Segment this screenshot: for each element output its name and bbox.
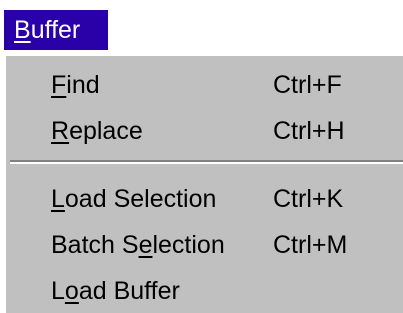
menu-item-load-selection[interactable]: Load Selection Ctrl+K — [6, 176, 403, 222]
menu-item-load-buffer[interactable]: Load Buffer — [6, 268, 403, 313]
menu-item-load-selection-label: Load Selection — [51, 185, 217, 213]
menu-item-batch-selection[interactable]: Batch Selection Ctrl+M — [6, 222, 403, 268]
menu-separator — [10, 160, 403, 164]
menu-item-find-label: Find — [51, 71, 100, 99]
menu-item-load-buffer-label: Load Buffer — [51, 277, 180, 305]
buffer-dropdown-menu: Find Ctrl+F Replace Ctrl+H Load Selectio… — [4, 54, 403, 313]
menu-buffer-label: uffer — [30, 16, 81, 44]
menu-item-find[interactable]: Find Ctrl+F — [6, 62, 403, 108]
menu-item-replace[interactable]: Replace Ctrl+H — [6, 108, 403, 154]
menu-buffer[interactable]: Buffer — [4, 10, 108, 50]
menu-item-replace-label: Replace — [51, 117, 143, 145]
menu-item-find-shortcut: Ctrl+F — [273, 71, 342, 99]
menu-item-replace-shortcut: Ctrl+H — [273, 117, 345, 145]
menu-buffer-mnemonic: B — [14, 16, 31, 44]
menu-item-load-selection-shortcut: Ctrl+K — [273, 185, 344, 213]
menu-item-batch-selection-label: Batch Selection — [51, 231, 225, 259]
menu-item-batch-selection-shortcut: Ctrl+M — [273, 231, 348, 259]
